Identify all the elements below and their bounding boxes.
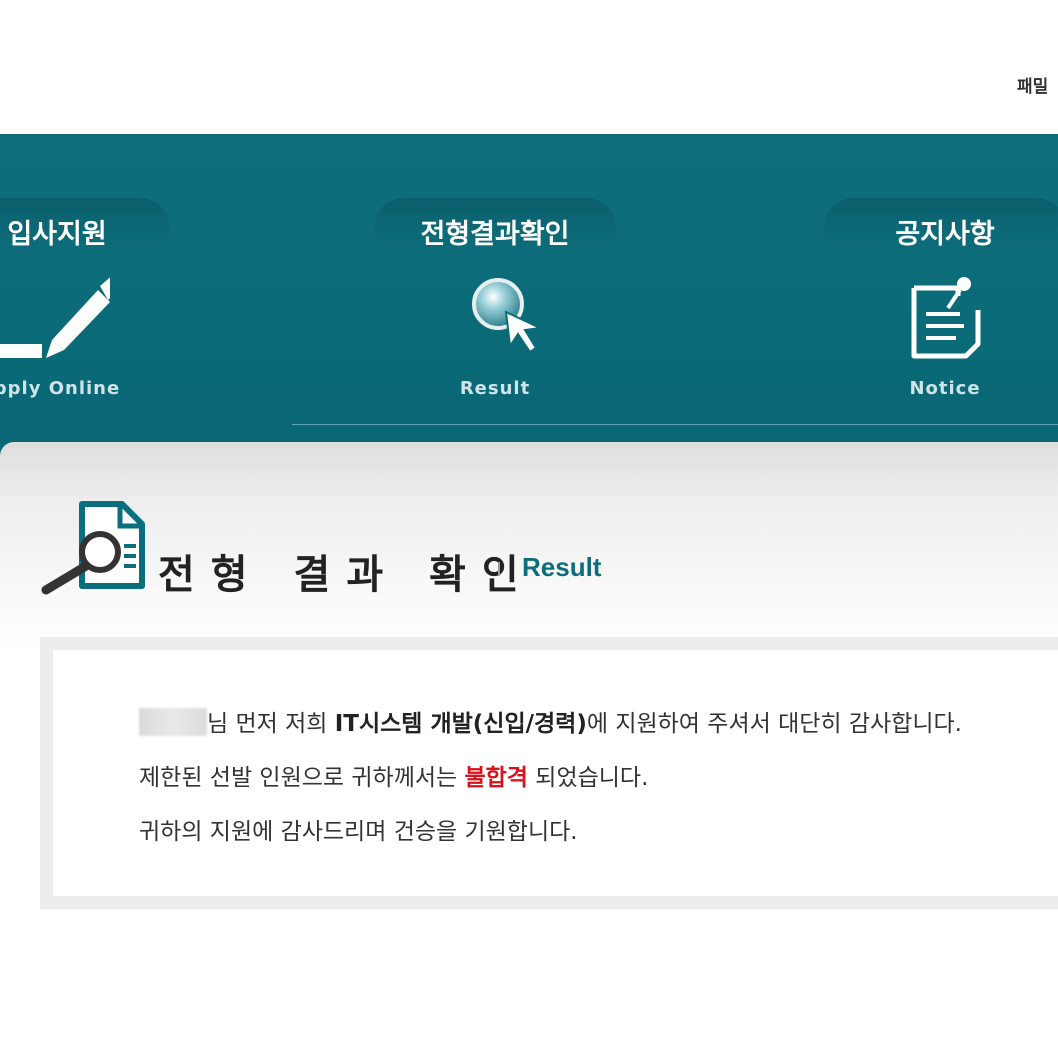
title-separator (498, 562, 500, 576)
nav-item-title: 공지사항 (895, 219, 995, 250)
nav-item-title: 입사지원 (7, 219, 107, 250)
top-bar: 패밀 (0, 0, 1058, 134)
nav-item-notice[interactable]: 공지사항 Notice (824, 198, 1058, 428)
line2-end: 되었습니다. (527, 765, 649, 791)
nav-item-subtitle: pply Online (0, 378, 121, 399)
line2-start: 제한된 선발 인원으로 귀하께서는 (139, 765, 465, 791)
nav-item-subtitle: Result (459, 378, 531, 399)
nav-item-title: 전형결과확인 (420, 219, 570, 250)
pencil-icon (0, 274, 122, 368)
applied-position: IT시스템 개발(신입/경력) (334, 711, 587, 737)
line1-end: 에 지원하여 주셔서 대단히 감사합니다. (586, 711, 962, 737)
nav-item-apply[interactable]: 입사지원 pply Online (0, 198, 170, 428)
result-status: 불합격 (464, 765, 528, 791)
family-site-link[interactable]: 패밀 (1017, 72, 1048, 97)
line1-suffix: 님 먼저 저희 (207, 711, 335, 737)
nav-item-result[interactable]: 전형결과확인 Result (374, 198, 616, 428)
result-line-3: 귀하의 지원에 감사드리며 건승을 기원합니다. (139, 819, 578, 845)
result-line-1: 님 먼저 저희 IT시스템 개발(신입/경력)에 지원하여 주셔서 대단히 감사… (139, 704, 962, 738)
nav-item-subtitle: Notice (909, 378, 981, 399)
result-line-2: 제한된 선발 인원으로 귀하께서는 불합격 되었습니다. (139, 758, 648, 792)
applicant-name-redacted (139, 708, 207, 736)
page-title: 전형 결과 확인 (158, 552, 535, 598)
page-subtitle: Result (522, 552, 602, 582)
document-search-icon (40, 500, 150, 604)
notepad-icon (908, 274, 988, 368)
magnifier-cursor-icon (468, 274, 548, 368)
